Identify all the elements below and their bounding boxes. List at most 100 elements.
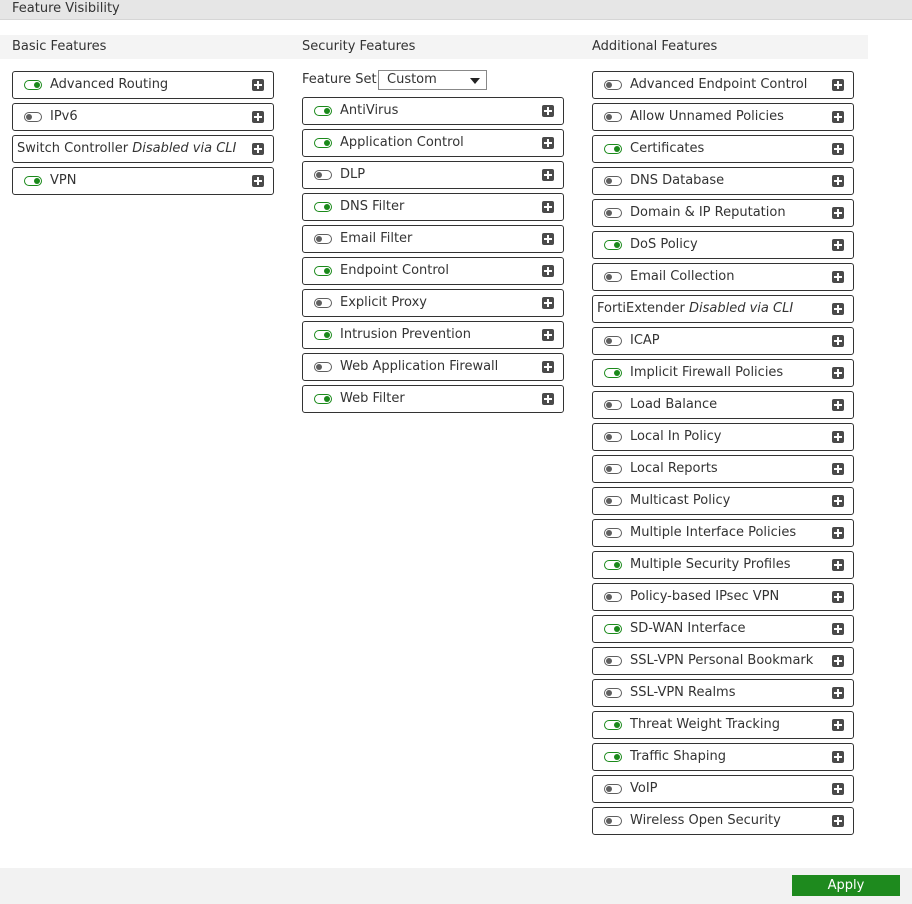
toggle-on-switch[interactable] <box>314 202 332 212</box>
plus-square-icon[interactable] <box>832 111 844 123</box>
toggle-off-switch[interactable] <box>604 528 622 538</box>
plus-square-icon[interactable] <box>832 143 844 155</box>
feature-row: DoS Policy <box>592 231 854 259</box>
additional-features-title: Additional Features <box>592 39 718 54</box>
plus-square-icon[interactable] <box>832 79 844 91</box>
plus-square-icon[interactable] <box>252 143 264 155</box>
feature-name: Wireless Open Security <box>630 813 781 828</box>
toggle-off-switch[interactable] <box>314 170 332 180</box>
toggle-off-switch[interactable] <box>314 298 332 308</box>
feature-name: DNS Filter <box>340 199 405 214</box>
plus-square-icon[interactable] <box>542 265 554 277</box>
plus-square-icon[interactable] <box>832 367 844 379</box>
plus-square-icon[interactable] <box>832 751 844 763</box>
plus-square-icon[interactable] <box>542 169 554 181</box>
feature-name: VPN <box>50 173 77 188</box>
plus-square-icon[interactable] <box>832 335 844 347</box>
toggle-on-switch[interactable] <box>604 368 622 378</box>
plus-square-icon[interactable] <box>832 559 844 571</box>
plus-square-icon[interactable] <box>832 815 844 827</box>
toggle-on-switch[interactable] <box>604 144 622 154</box>
plus-square-icon[interactable] <box>832 399 844 411</box>
feature-row: Advanced Endpoint Control <box>592 71 854 99</box>
toggle-off-switch[interactable] <box>604 176 622 186</box>
plus-square-icon[interactable] <box>832 655 844 667</box>
feature-label: Explicit Proxy <box>340 295 427 310</box>
toggle-off-switch[interactable] <box>604 464 622 474</box>
plus-square-icon[interactable] <box>542 233 554 245</box>
plus-square-icon[interactable] <box>542 393 554 405</box>
toggle-off-switch[interactable] <box>604 400 622 410</box>
toggle-off-switch[interactable] <box>24 112 42 122</box>
plus-square-icon[interactable] <box>832 207 844 219</box>
toggle-off-switch[interactable] <box>314 234 332 244</box>
feature-row: Allow Unnamed Policies <box>592 103 854 131</box>
toggle-off-switch[interactable] <box>604 80 622 90</box>
plus-square-icon[interactable] <box>832 719 844 731</box>
plus-square-icon[interactable] <box>832 687 844 699</box>
plus-square-icon[interactable] <box>252 79 264 91</box>
plus-square-icon[interactable] <box>542 105 554 117</box>
feature-row: DNS Filter <box>302 193 564 221</box>
plus-square-icon[interactable] <box>542 201 554 213</box>
plus-square-icon[interactable] <box>542 137 554 149</box>
feature-label: Domain & IP Reputation <box>630 205 786 220</box>
toggle-off-switch[interactable] <box>604 688 622 698</box>
toggle-off-switch[interactable] <box>604 656 622 666</box>
toggle-on-switch[interactable] <box>604 720 622 730</box>
toggle-off-switch[interactable] <box>604 432 622 442</box>
feature-row: Switch Controller Disabled via CLI <box>12 135 274 163</box>
cli-disabled-note: Disabled via CLI <box>689 301 794 316</box>
plus-square-icon[interactable] <box>832 623 844 635</box>
feature-row: Web Application Firewall <box>302 353 564 381</box>
toggle-off-switch[interactable] <box>604 816 622 826</box>
plus-square-icon[interactable] <box>832 431 844 443</box>
feature-name: Multicast Policy <box>630 493 731 508</box>
security-features-column: Security Features Feature Set: Custom An… <box>290 35 580 835</box>
feature-label: VoIP <box>630 781 658 796</box>
plus-square-icon[interactable] <box>542 361 554 373</box>
toggle-on-switch[interactable] <box>604 240 622 250</box>
toggle-off-switch[interactable] <box>604 336 622 346</box>
plus-square-icon[interactable] <box>252 175 264 187</box>
toggle-on-switch[interactable] <box>24 80 42 90</box>
plus-square-icon[interactable] <box>832 271 844 283</box>
plus-square-icon[interactable] <box>832 175 844 187</box>
feature-set-label: Feature Set: <box>302 72 381 87</box>
toggle-off-switch[interactable] <box>604 592 622 602</box>
feature-name: Switch Controller <box>17 141 129 156</box>
toggle-on-switch[interactable] <box>314 266 332 276</box>
plus-square-icon[interactable] <box>542 329 554 341</box>
security-features-list: AntiVirus Application Control DLP DNS Filte… <box>302 97 564 417</box>
toggle-on-switch[interactable] <box>604 752 622 762</box>
feature-label: Email Filter <box>340 231 412 246</box>
toggle-on-switch[interactable] <box>314 394 332 404</box>
feature-name: Local In Policy <box>630 429 722 444</box>
plus-square-icon[interactable] <box>832 783 844 795</box>
toggle-off-switch[interactable] <box>604 496 622 506</box>
toggle-on-switch[interactable] <box>604 560 622 570</box>
toggle-on-switch[interactable] <box>604 624 622 634</box>
plus-square-icon[interactable] <box>832 463 844 475</box>
plus-square-icon[interactable] <box>832 527 844 539</box>
feature-label: Threat Weight Tracking <box>630 717 780 732</box>
toggle-off-switch[interactable] <box>604 272 622 282</box>
toggle-on-switch[interactable] <box>314 106 332 116</box>
feature-label: Implicit Firewall Policies <box>630 365 783 380</box>
toggle-off-switch[interactable] <box>604 112 622 122</box>
feature-row: DLP <box>302 161 564 189</box>
feature-set-select[interactable]: Custom <box>378 70 487 90</box>
toggle-off-switch[interactable] <box>604 208 622 218</box>
toggle-on-switch[interactable] <box>314 138 332 148</box>
plus-square-icon[interactable] <box>832 303 844 315</box>
apply-button[interactable]: Apply <box>792 875 900 896</box>
toggle-on-switch[interactable] <box>24 176 42 186</box>
toggle-off-switch[interactable] <box>314 362 332 372</box>
toggle-off-switch[interactable] <box>604 784 622 794</box>
toggle-on-switch[interactable] <box>314 330 332 340</box>
plus-square-icon[interactable] <box>832 495 844 507</box>
plus-square-icon[interactable] <box>542 297 554 309</box>
plus-square-icon[interactable] <box>252 111 264 123</box>
plus-square-icon[interactable] <box>832 591 844 603</box>
plus-square-icon[interactable] <box>832 239 844 251</box>
